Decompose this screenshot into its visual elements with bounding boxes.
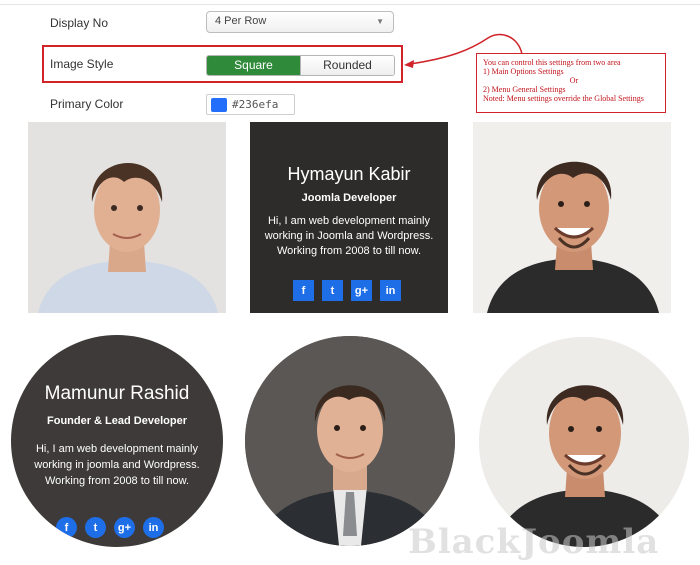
note-line-1: You can control this settings from two a… bbox=[483, 58, 621, 67]
square-option[interactable]: Square bbox=[207, 56, 300, 75]
note-line-5: Noted: Menu settings override the Global… bbox=[483, 94, 644, 103]
member-name: Mamunur Rashid bbox=[44, 383, 190, 404]
twitter-icon[interactable]: t bbox=[322, 280, 343, 301]
google-plus-icon[interactable]: g+ bbox=[114, 517, 135, 538]
linkedin-icon[interactable]: in bbox=[380, 280, 401, 301]
image-style-label: Image Style bbox=[50, 57, 114, 71]
note-line-4: 2) Menu General Settings bbox=[483, 85, 566, 94]
google-plus-icon[interactable]: g+ bbox=[351, 280, 372, 301]
color-swatch[interactable] bbox=[211, 98, 227, 112]
chevron-down-icon: ▼ bbox=[376, 17, 384, 26]
social-links: f t g+ in bbox=[56, 517, 164, 538]
man-smiling-photo bbox=[473, 122, 671, 313]
member-role: Founder & Lead Developer bbox=[47, 415, 187, 427]
facebook-icon[interactable]: f bbox=[56, 517, 77, 538]
top-divider bbox=[0, 4, 700, 5]
facebook-icon[interactable]: f bbox=[293, 280, 314, 301]
member-bio-line-1: Hi, I am web development mainly bbox=[267, 215, 430, 227]
member-bio-line-3: Working from 2008 to till now. bbox=[44, 475, 190, 487]
linkedin-icon[interactable]: in bbox=[143, 517, 164, 538]
member-role: Joomla Developer bbox=[301, 192, 397, 204]
member-card-square-2[interactable]: Hymayun Kabir Joomla Developer Hi, I am … bbox=[250, 122, 448, 313]
note-line-3: Or bbox=[569, 76, 579, 85]
primary-color-label: Primary Color bbox=[50, 97, 124, 111]
member-overlay: Hymayun Kabir Joomla Developer Hi, I am … bbox=[250, 122, 448, 313]
image-style-toggle[interactable]: Square Rounded bbox=[206, 55, 395, 76]
member-photo-rounded-2[interactable] bbox=[245, 336, 455, 546]
twitter-icon[interactable]: t bbox=[85, 517, 106, 538]
display-no-value: 4 Per Row bbox=[215, 15, 267, 27]
man-smiling-photo bbox=[479, 337, 689, 547]
member-bio-line-3: Working from 2008 to till now. bbox=[276, 245, 422, 257]
watermark-logo: BlackJoomla bbox=[408, 522, 660, 562]
member-photo-square-3[interactable] bbox=[473, 122, 671, 313]
social-links: f t g+ in bbox=[293, 280, 401, 301]
man-young-photo bbox=[28, 122, 226, 313]
display-no-select[interactable]: 4 Per Row ▼ bbox=[206, 11, 394, 33]
member-photo-rounded-3[interactable] bbox=[479, 337, 689, 547]
member-card-rounded-1[interactable]: Mamunur Rashid Founder & Lead Developer … bbox=[11, 335, 223, 547]
primary-color-value: #236efa bbox=[232, 98, 279, 111]
member-bio-line-2: working in joomla and Wordpress. bbox=[34, 459, 200, 471]
rounded-option[interactable]: Rounded bbox=[300, 56, 394, 75]
member-bio-line-1: Hi, I am web development mainly bbox=[35, 443, 198, 455]
primary-color-field[interactable]: #236efa bbox=[206, 94, 295, 115]
man-suit-photo bbox=[245, 336, 455, 546]
member-name: Hymayun Kabir bbox=[287, 164, 411, 184]
member-overlay: Mamunur Rashid Founder & Lead Developer … bbox=[11, 335, 223, 547]
member-photo-square-1[interactable] bbox=[28, 122, 226, 313]
display-no-label: Display No bbox=[50, 16, 109, 30]
settings-note: You can control this settings from two a… bbox=[476, 53, 666, 113]
note-line-2: 1) Main Options Settings bbox=[483, 67, 564, 76]
member-bio-line-2: working in Joomla and Wordpress. bbox=[264, 230, 434, 242]
